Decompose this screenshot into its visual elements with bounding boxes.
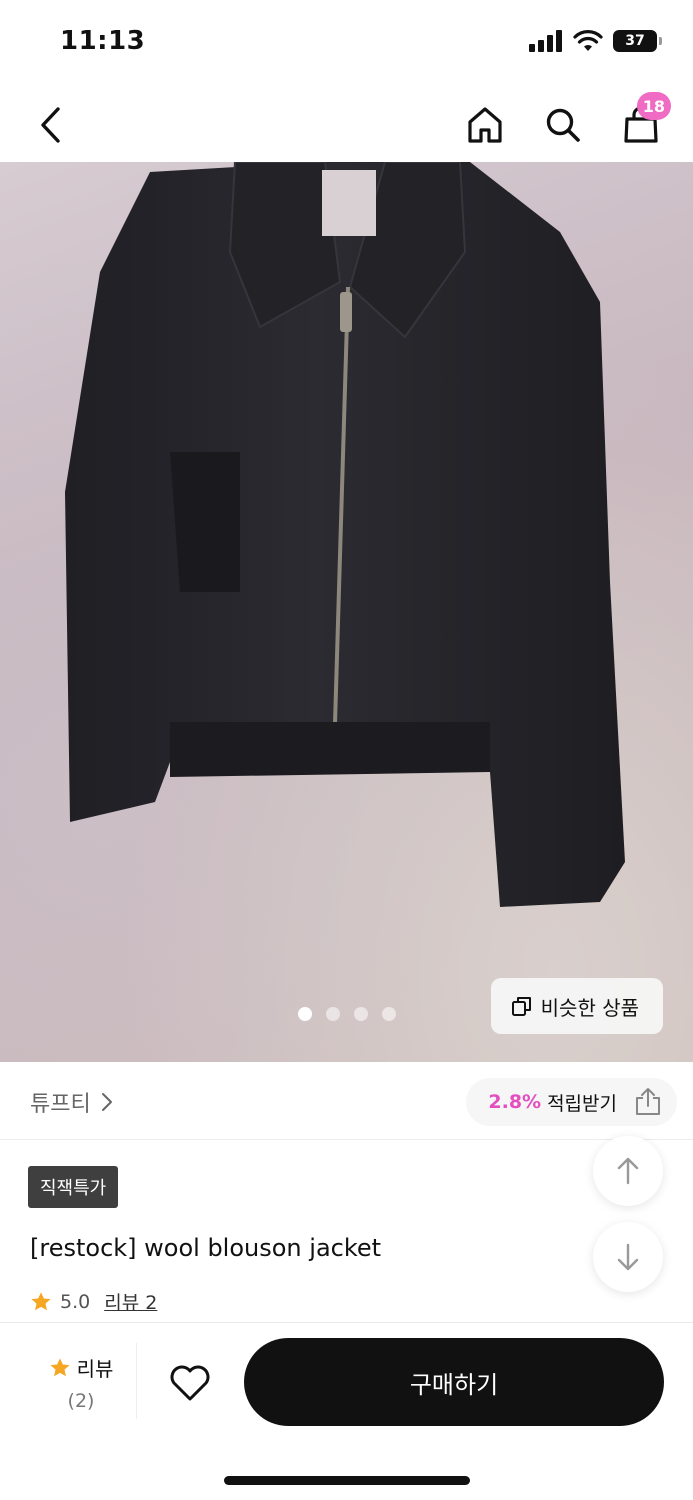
review-summary-label: 리뷰 (76, 1357, 114, 1381)
arrow-down-icon (617, 1243, 639, 1271)
brand-row: 튜프티 2.8% 적립받기 (0, 1062, 693, 1140)
star-icon (31, 1291, 51, 1310)
cart-button[interactable]: 18 (611, 92, 671, 152)
gallery-dot[interactable] (325, 1007, 340, 1021)
star-icon (50, 1357, 70, 1376)
product-title: [restock] wool blouson jacket (30, 1234, 382, 1262)
wishlist-button[interactable] (162, 1353, 218, 1413)
review-summary-count: (2) (67, 1390, 95, 1412)
review-link[interactable]: 리뷰 2 (104, 1288, 157, 1315)
arrow-up-icon (617, 1157, 639, 1185)
similar-items-label: 비슷한 상품 (540, 995, 639, 1020)
product-image-gallery[interactable]: 비슷한 상품 (0, 162, 693, 1062)
points-label: 적립받기 (547, 1092, 617, 1115)
home-indicator (224, 1476, 470, 1485)
brand-link[interactable]: 튜프티 (30, 1086, 113, 1118)
promo-badge: 직잭특가 (28, 1166, 119, 1208)
chevron-right-icon (101, 1093, 112, 1111)
gallery-dot[interactable] (353, 1007, 368, 1021)
points-rate: 2.8% (488, 1091, 542, 1113)
points-pill[interactable]: 2.8% 적립받기 (466, 1078, 677, 1126)
top-nav: 18 (0, 88, 693, 162)
wifi-icon (573, 30, 603, 51)
heart-icon (170, 1365, 210, 1401)
home-button[interactable] (455, 98, 515, 152)
share-icon (636, 1088, 660, 1115)
signal-icon (529, 30, 562, 52)
copy-icon (511, 997, 531, 1016)
cart-count-badge: 18 (636, 92, 671, 120)
rating-value: 5.0 (60, 1290, 91, 1313)
share-button[interactable] (633, 1087, 663, 1117)
gallery-dot[interactable] (297, 1007, 312, 1021)
gallery-dot[interactable] (381, 1007, 396, 1021)
review-summary[interactable]: 리뷰 (2) (26, 1353, 136, 1417)
status-bar: 11:13 37 (0, 0, 693, 88)
scroll-up-button[interactable] (593, 1136, 663, 1206)
similar-items-button[interactable]: 비슷한 상품 (490, 978, 663, 1034)
status-time: 11:13 (60, 26, 146, 56)
battery-indicator: 37 (613, 30, 662, 52)
home-icon (468, 107, 502, 143)
search-button[interactable] (533, 98, 593, 152)
buy-button[interactable]: 구매하기 (244, 1338, 664, 1426)
back-button[interactable] (26, 98, 74, 152)
bottom-action-bar: 리뷰 (2) 구매하기 (0, 1322, 693, 1500)
divider (136, 1343, 137, 1419)
brand-name: 튜프티 (30, 1092, 91, 1117)
back-icon (41, 107, 60, 143)
scroll-down-button[interactable] (593, 1222, 663, 1292)
search-icon (546, 108, 580, 142)
nav-actions: 18 (455, 92, 671, 152)
product-image (0, 162, 693, 1062)
rating-row: 5.0 리뷰 2 (30, 1288, 157, 1315)
review-summary-title: 리뷰 (26, 1353, 136, 1382)
status-indicators: 37 (529, 30, 662, 52)
